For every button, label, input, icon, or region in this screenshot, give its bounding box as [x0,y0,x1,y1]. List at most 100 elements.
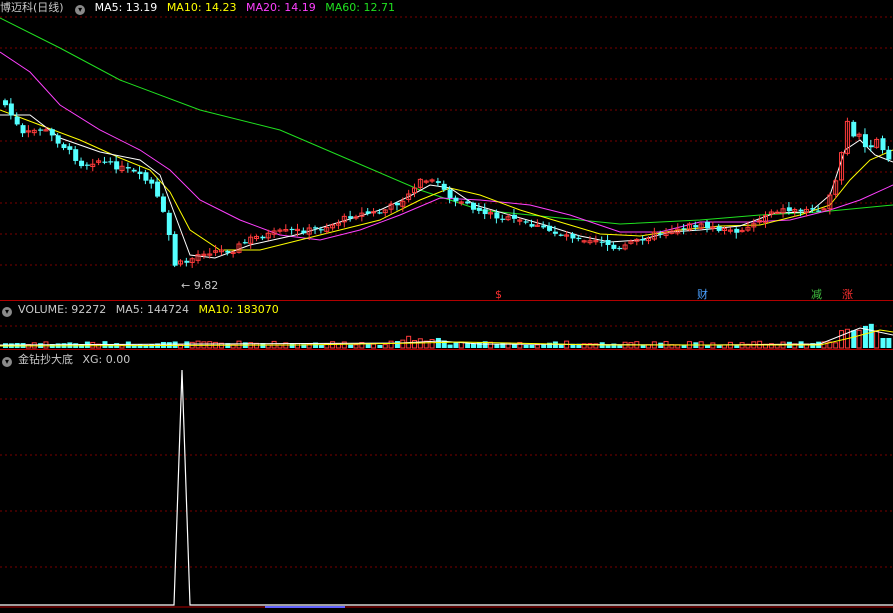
candle [435,181,441,183]
event-tag-dollar[interactable]: $ [495,288,502,301]
volume-bar [412,340,417,349]
candle [160,196,166,212]
candle [880,138,886,151]
low-price-marker: ← 9.82 [181,279,218,292]
volume-bar [236,340,242,349]
volume-bar [494,344,500,348]
candle [3,100,8,106]
candlesticks [3,98,892,268]
candle [552,231,558,234]
candle [365,211,371,214]
candle [500,218,506,220]
candle [868,145,874,148]
candle [465,201,471,204]
candle [20,125,26,134]
candle [816,210,822,212]
candle [705,221,710,229]
candle [541,225,547,228]
candle [149,179,155,184]
event-tag-rise[interactable]: 涨 [842,288,853,301]
volume-bar [534,344,540,349]
candle [125,167,131,169]
ma-curve [0,51,893,241]
volume-bar [880,338,886,348]
candle [242,242,248,244]
candle [786,207,792,212]
volume-bar [856,329,862,349]
volume-bar [476,342,482,348]
candle [447,189,453,198]
candle [102,161,108,163]
volume-bar [67,342,73,348]
volume-bar [195,340,201,349]
xg-signal-spike [0,369,893,606]
candle [67,146,73,150]
candle [166,212,172,235]
candle [547,225,553,231]
volume-bar [184,341,190,348]
candle [289,228,295,231]
event-tag-finance[interactable]: 财 [697,287,708,301]
candle [348,216,354,219]
candle [482,209,488,215]
volume-bar [394,341,400,348]
stock-chart[interactable]: ← 9.82 $ 财 减 涨 [0,0,893,613]
candle [137,171,143,175]
candle [570,233,576,239]
volume-bar [172,341,178,348]
volume-bar [851,330,857,348]
volume-bar [868,323,874,348]
volume-bar [371,343,377,349]
event-tag-reduce[interactable]: 减 [811,288,822,301]
candle [599,241,605,243]
ma10-line [0,109,893,251]
candle [658,233,664,235]
candle [49,129,55,136]
candle [441,183,447,190]
candle [605,240,611,246]
volume-bar [523,344,529,348]
candle [38,129,44,131]
volume-bar [348,344,354,348]
candle [108,161,114,163]
candle [301,230,307,234]
candle [55,135,61,144]
candle [155,181,161,197]
ma-curve [0,109,893,251]
candle [313,227,319,229]
candle [734,228,740,233]
candle [471,202,476,210]
volume-bar [382,344,388,349]
ma60-line [0,17,893,225]
volume-bar [447,344,453,348]
volume-bar [886,338,892,348]
candle [851,121,857,137]
volume-bar [137,344,143,348]
candle [476,207,482,211]
candle [886,149,892,160]
candle [494,212,500,219]
candle [611,244,617,249]
candle [172,234,178,266]
candle [862,134,868,148]
candle [14,116,20,125]
volume-bar [377,344,383,348]
volume-bar [465,343,471,348]
candle [377,212,383,214]
candle [318,229,324,231]
volume-bar [388,340,394,349]
candle [716,226,722,231]
volume-bar [429,339,435,349]
candle [523,221,529,223]
candle [681,228,687,230]
ma-curve [0,17,893,225]
candle [529,224,535,227]
candle [511,214,517,219]
candle [394,202,400,206]
candle [61,144,67,149]
candle [79,160,85,167]
candle [73,149,79,161]
ma20-line [0,51,893,241]
candle [640,239,646,241]
volume-bar [874,330,880,349]
